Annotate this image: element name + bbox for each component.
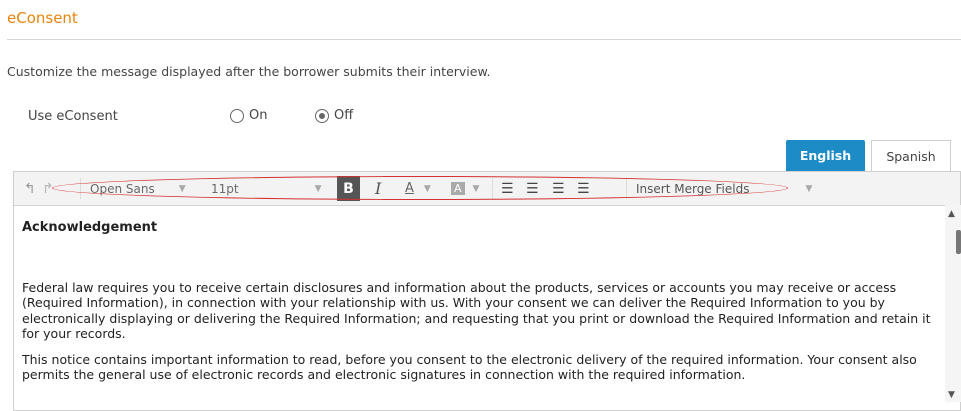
tab-spanish[interactable]: Spanish bbox=[871, 140, 951, 171]
editor-toolbar: ↰ ↱ Open Sans ▼ 11pt ▼ B I A ▼ A ▼ ☰ ☰ ☰… bbox=[14, 172, 960, 206]
align-left-icon[interactable]: ☰ bbox=[501, 172, 514, 205]
toolbar-divider bbox=[80, 178, 81, 199]
page-title: eConsent bbox=[7, 9, 78, 27]
font-size-value: 11pt bbox=[211, 181, 239, 196]
align-right-icon[interactable]: ☰ bbox=[552, 172, 565, 205]
econsent-on-label: On bbox=[249, 108, 268, 123]
radio-circle-on[interactable] bbox=[230, 108, 244, 123]
background-color-icon: A bbox=[451, 182, 465, 195]
merge-fields-label: Insert Merge Fields bbox=[636, 181, 750, 196]
radio-circle-off[interactable] bbox=[315, 108, 329, 123]
econsent-off-radio[interactable]: Off bbox=[315, 108, 353, 123]
insert-merge-fields-dropdown[interactable]: Insert Merge Fields ▼ bbox=[636, 172, 814, 205]
redo-icon[interactable]: ↱ bbox=[42, 172, 54, 205]
chevron-down-icon: ▼ bbox=[314, 183, 322, 194]
page-description: Customize the message displayed after th… bbox=[7, 64, 491, 79]
econsent-on-radio[interactable]: On bbox=[230, 108, 267, 123]
undo-icon[interactable]: ↰ bbox=[24, 172, 36, 205]
chevron-down-icon: ▼ bbox=[472, 183, 480, 194]
econsent-off-label: Off bbox=[334, 108, 354, 123]
scroll-up-icon[interactable]: ▲ bbox=[948, 209, 955, 219]
chevron-down-icon: ▼ bbox=[178, 183, 186, 194]
content-heading: Acknowledgement bbox=[22, 220, 158, 235]
italic-button[interactable]: I bbox=[375, 172, 381, 205]
chevron-down-icon: ▼ bbox=[423, 183, 431, 194]
scrollbar-thumb[interactable] bbox=[956, 230, 961, 254]
font-family-dropdown[interactable]: Open Sans ▼ bbox=[90, 172, 202, 205]
font-size-dropdown[interactable]: 11pt ▼ bbox=[211, 172, 322, 205]
content-paragraph: Federal law requires you to receive cert… bbox=[22, 279, 931, 342]
chevron-down-icon: ▼ bbox=[805, 183, 813, 194]
toolbar-divider bbox=[492, 178, 493, 199]
editor-scrollbar[interactable]: ▲ ▼ bbox=[945, 205, 961, 402]
font-family-value: Open Sans bbox=[90, 181, 155, 196]
background-color-button[interactable]: A ▼ bbox=[451, 172, 479, 205]
editor-content[interactable]: Acknowledgement Federal law requires you… bbox=[22, 220, 938, 383]
font-color-button[interactable]: A ▼ bbox=[405, 172, 431, 205]
tab-english[interactable]: English bbox=[786, 140, 865, 171]
rich-text-editor[interactable]: ↰ ↱ Open Sans ▼ 11pt ▼ B I A ▼ A ▼ ☰ ☰ ☰… bbox=[13, 171, 961, 411]
bold-button[interactable]: B bbox=[337, 176, 360, 201]
toolbar-divider bbox=[626, 178, 627, 199]
scroll-down-icon[interactable]: ▼ bbox=[948, 390, 955, 400]
content-paragraph: This notice contains important informati… bbox=[22, 351, 917, 383]
title-divider bbox=[7, 39, 961, 40]
align-center-icon[interactable]: ☰ bbox=[526, 172, 539, 205]
font-color-icon: A bbox=[405, 181, 414, 196]
use-econsent-label: Use eConsent bbox=[28, 109, 118, 124]
align-justify-icon[interactable]: ☰ bbox=[577, 172, 590, 205]
